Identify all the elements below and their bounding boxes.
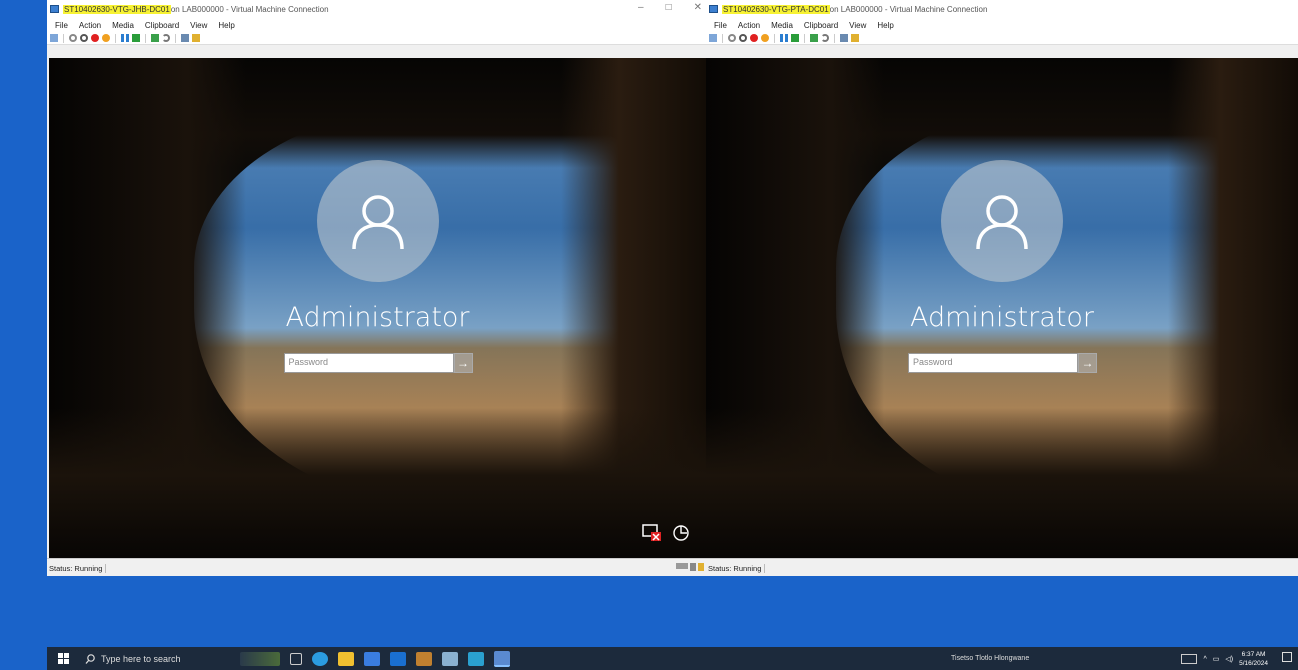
menu-help[interactable]: Help [877,21,893,30]
vm-window-pta: ST10402630-VTG-PTA-DC01 on LAB000000 - V… [706,0,1298,576]
status-bar: Status: Running [47,558,706,576]
vm-connection-icon [50,5,59,13]
network-disconnected-icon[interactable] [642,524,662,542]
menu-media[interactable]: Media [771,21,793,30]
start-icon[interactable] [728,34,736,42]
menu-file[interactable]: File [714,21,727,30]
start-button[interactable] [47,653,79,664]
user-name: Tisetso Tlotlo Hlongwane [951,655,1030,662]
resume-icon[interactable] [132,34,140,42]
status-bar: Status: Running [706,558,1298,576]
ctrl-alt-del-icon[interactable] [709,34,717,42]
taskbar: Type here to search Tisetso Tlotlo Hlong… [47,647,1298,670]
user-avatar [316,160,439,282]
network-icon[interactable]: ▭ [1213,655,1220,663]
username: Administrator [909,302,1095,333]
turn-off-icon[interactable] [739,34,747,42]
share-icon[interactable] [192,34,200,42]
submit-arrow-button[interactable]: → [453,353,473,373]
user-icon [351,195,404,250]
notification-icon[interactable] [1282,652,1292,662]
menu-view[interactable]: View [849,21,866,30]
keyboard-icon [676,563,688,569]
close-button[interactable]: ✕ [694,2,702,13]
toolbar [706,32,1298,45]
date: 5/16/2024 [1239,660,1268,667]
enhanced-session-icon[interactable] [181,34,189,42]
submit-arrow-button[interactable]: → [1078,353,1097,373]
menu-help[interactable]: Help [218,21,234,30]
vm-name-highlight: ST10402630-VTG-JHB-DC01 [63,4,171,14]
password-field[interactable]: Password [283,353,454,373]
lock-icon [698,563,704,571]
chevron-up-icon[interactable]: ^ [1203,656,1206,663]
maximize-button[interactable]: □ [666,2,672,13]
enhanced-session-icon[interactable] [840,34,848,42]
pause-icon[interactable] [121,34,129,42]
search-placeholder: Type here to search [101,653,181,664]
vm-connection-icon [709,5,718,13]
menu-media[interactable]: Media [112,21,134,30]
revert-icon[interactable] [821,34,829,42]
status-text: Status: Running [49,563,107,573]
resume-icon[interactable] [791,34,799,42]
checkpoint-icon[interactable] [810,34,818,42]
menu-view[interactable]: View [190,21,207,30]
vm-screen[interactable]: Administrator Password → [49,58,706,558]
keyboard-layout-icon[interactable] [1181,654,1198,664]
store-icon[interactable] [364,651,380,666]
turn-off-icon[interactable] [80,34,88,42]
volume-icon[interactable]: ◁) [1225,655,1233,663]
mail-icon[interactable] [390,651,406,666]
user-icon [976,195,1028,250]
app-icon-3[interactable] [468,651,484,666]
menu-bar: File Action Media Clipboard View Help [706,18,1298,32]
vm-window-jhb: ST10402630-VTG-JHB-DC01 on LAB000000 - V… [47,0,706,576]
time: 6:37 AM [1241,651,1266,658]
file-explorer-icon[interactable] [338,651,354,666]
shutdown-icon[interactable] [91,34,99,42]
mouse-icon [690,563,696,571]
save-icon[interactable] [102,34,110,42]
save-icon[interactable] [761,34,769,42]
checkpoint-icon[interactable] [151,34,159,42]
menu-action[interactable]: Action [79,21,101,30]
start-icon[interactable] [69,34,77,42]
edge-icon[interactable] [312,651,328,666]
taskbar-search[interactable]: Type here to search [79,654,235,664]
password-field[interactable]: Password [908,353,1078,373]
title-bar[interactable]: ST10402630-VTG-PTA-DC01 on LAB000000 - V… [706,0,1298,18]
user-avatar [941,160,1063,282]
toolbar [47,32,706,45]
search-icon [85,653,95,664]
weather-widget-icon[interactable] [240,651,280,666]
menu-action[interactable]: Action [738,21,760,30]
minimize-button[interactable]: – [638,2,644,13]
shutdown-icon[interactable] [750,34,758,42]
clock[interactable]: 6:37 AM 5/16/2024 [1239,650,1268,668]
vm-screen[interactable]: Administrator Password → [706,58,1298,558]
task-view-icon[interactable] [290,652,302,665]
revert-icon[interactable] [162,34,170,42]
title-text: on LAB000000 - Virtual Machine Connectio… [829,4,988,14]
ctrl-alt-del-icon[interactable] [50,34,58,42]
menu-file[interactable]: File [55,21,68,30]
status-text: Status: Running [708,563,766,573]
menu-clipboard[interactable]: Clipboard [145,21,179,30]
menu-bar: File Action Media Clipboard View Help [47,18,706,32]
accessibility-icon[interactable] [672,524,690,542]
hyperv-connection-icon[interactable] [494,650,510,667]
vm-name-highlight: ST10402630-VTG-PTA-DC01 [722,4,830,14]
menu-clipboard[interactable]: Clipboard [804,21,838,30]
title-text: on LAB000000 - Virtual Machine Connectio… [170,4,329,14]
windows-logo-icon [57,653,69,664]
system-tray: ^ ▭ ◁) 6:37 AM 5/16/2024 [1181,650,1268,668]
pause-icon[interactable] [780,34,788,42]
title-bar[interactable]: ST10402630-VTG-JHB-DC01 on LAB000000 - V… [47,0,706,18]
username: Administrator [285,302,470,333]
app-icon-1[interactable] [416,651,432,666]
app-icon-2[interactable] [442,651,458,666]
share-icon[interactable] [851,34,859,42]
